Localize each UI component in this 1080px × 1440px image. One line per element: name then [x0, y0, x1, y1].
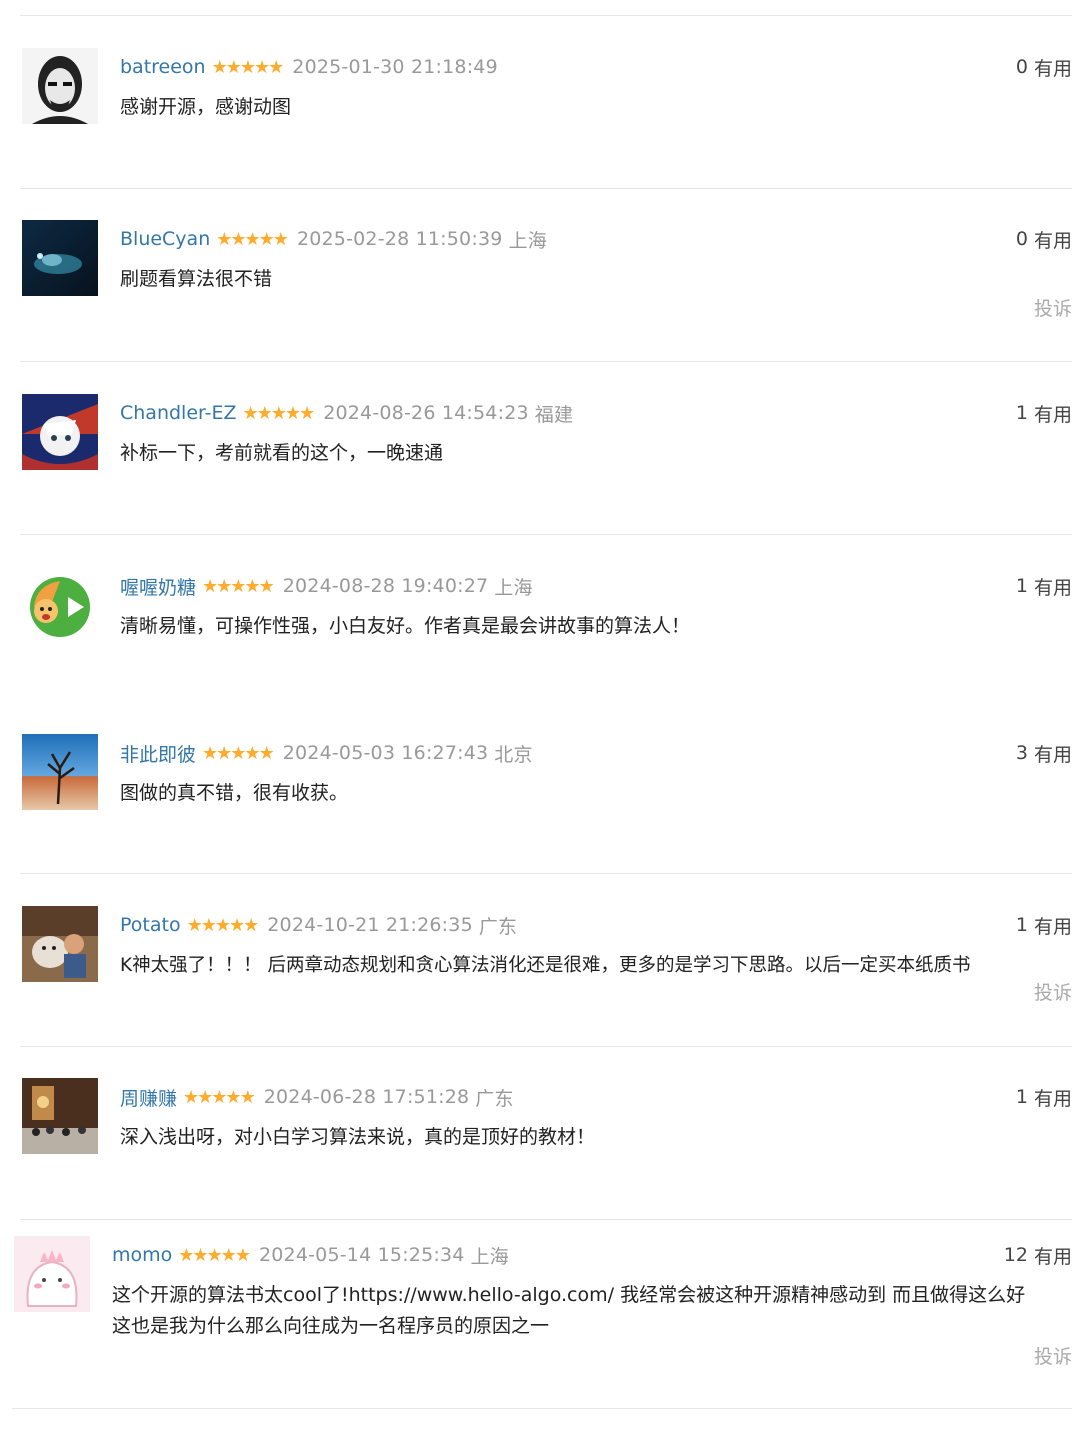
- useful-button[interactable]: 0 有用: [1016, 224, 1072, 254]
- useful-count: 3: [1015, 742, 1028, 764]
- comment-text: 这个开源的算法书太cool了!https://www.hello-algo.co…: [112, 1284, 1026, 1337]
- report-link[interactable]: 投诉: [1034, 1342, 1072, 1369]
- comment-location: 北京: [494, 743, 533, 766]
- report-link[interactable]: 投诉: [1034, 978, 1072, 1005]
- comment-location: 广东: [478, 915, 518, 938]
- rating-stars: ★★★★★: [211, 56, 285, 78]
- useful-count: 0: [1015, 228, 1028, 250]
- username-link[interactable]: Potato: [120, 914, 181, 936]
- useful-button[interactable]: 0 有用: [1016, 52, 1072, 82]
- user-avatar[interactable]: [22, 906, 98, 982]
- useful-count: 1: [1015, 575, 1028, 597]
- rating-stars: ★★★★★: [186, 914, 260, 936]
- useful-label: 有用: [1033, 57, 1072, 80]
- comment-time: 2024-06-28 17:51:28: [263, 1086, 470, 1108]
- comment-time: 2024-05-14 15:25:34: [258, 1244, 465, 1266]
- user-avatar[interactable]: [22, 220, 98, 296]
- useful-count: 1: [1015, 1086, 1028, 1108]
- user-avatar[interactable]: [22, 567, 98, 643]
- report-link[interactable]: 投诉: [1034, 294, 1072, 321]
- username-link[interactable]: BlueCyan: [120, 228, 210, 250]
- comment-time: 2024-08-26 14:54:23: [323, 402, 529, 424]
- useful-count: 0: [1015, 56, 1028, 78]
- useful-count: 1: [1015, 914, 1028, 936]
- useful-count: 1: [1015, 402, 1028, 424]
- user-avatar[interactable]: [22, 48, 98, 124]
- comment-text: 深入浅出呀，对小白学习算法来说，真的是顶好的教材！: [120, 1126, 596, 1148]
- rating-stars: ★★★★★: [178, 1244, 251, 1266]
- comment-meta: Chandler-EZ ★★★★★ 2024-08-26 14:54:23 福建: [120, 398, 573, 428]
- username-link[interactable]: 周赚赚: [120, 1084, 177, 1111]
- comment-text: 补标一下，考前就看的这个，一晚速通: [120, 442, 444, 464]
- divider: [20, 873, 1072, 874]
- useful-label: 有用: [1033, 743, 1072, 766]
- comment-time: 2024-10-21 21:26:35: [267, 914, 473, 936]
- rating-stars: ★★★★★: [183, 1086, 256, 1108]
- user-avatar[interactable]: [22, 1078, 98, 1154]
- comment-location: 上海: [508, 229, 547, 252]
- comment-meta: 喔喔奶糖 ★★★★★ 2024-08-28 19:40:27 上海: [120, 571, 533, 601]
- useful-count: 12: [1003, 1244, 1028, 1266]
- comment-meta: batreeon ★★★★★ 2025-01-30 21:18:49: [120, 52, 498, 82]
- comment-time: 2024-05-03 16:27:43: [282, 742, 489, 764]
- comment-time: 2025-02-28 11:50:39: [296, 228, 503, 250]
- useful-label: 有用: [1033, 403, 1072, 426]
- username-link[interactable]: 喔喔奶糖: [120, 573, 196, 600]
- rating-stars: ★★★★★: [202, 575, 275, 597]
- comment-location: 福建: [534, 403, 574, 426]
- useful-button[interactable]: 3 有用: [1016, 738, 1072, 768]
- comment-time: 2024-08-28 19:40:27: [282, 575, 489, 597]
- divider: [20, 188, 1072, 189]
- divider: [20, 15, 1072, 16]
- useful-button[interactable]: 1 有用: [1016, 398, 1072, 428]
- comment-location: 上海: [494, 576, 533, 599]
- useful-label: 有用: [1033, 1245, 1072, 1268]
- rating-stars: ★★★★★: [242, 402, 316, 424]
- comment-location: 广东: [475, 1087, 514, 1110]
- comment-text: K神太强了！！！ 后两章动态规划和贪心算法消化还是很难，更多的是学习下思路。以后…: [120, 955, 971, 976]
- user-avatar[interactable]: [22, 734, 98, 810]
- divider: [20, 361, 1072, 362]
- comment-meta: 周赚赚 ★★★★★ 2024-06-28 17:51:28 广东: [120, 1082, 514, 1112]
- comment-meta: BlueCyan ★★★★★ 2025-02-28 11:50:39 上海: [120, 224, 547, 254]
- comment-meta: momo ★★★★★ 2024-05-14 15:25:34 上海: [112, 1240, 509, 1270]
- comment-time: 2025-01-30 21:18:49: [292, 56, 498, 78]
- useful-button[interactable]: 1 有用: [1016, 571, 1072, 601]
- comment-text: 图做的真不错，很有收获。: [120, 782, 349, 804]
- useful-label: 有用: [1033, 915, 1072, 938]
- username-link[interactable]: momo: [112, 1244, 172, 1266]
- divider: [20, 1219, 1072, 1220]
- comment-text: 感谢开源，感谢动图: [120, 96, 292, 118]
- useful-label: 有用: [1033, 229, 1072, 252]
- useful-button[interactable]: 1 有用: [1016, 1082, 1072, 1112]
- useful-label: 有用: [1033, 576, 1072, 599]
- comment-text: 刷题看算法很不错: [120, 268, 273, 290]
- useful-label: 有用: [1033, 1087, 1072, 1110]
- comment-meta: 非此即彼 ★★★★★ 2024-05-03 16:27:43 北京: [120, 738, 533, 768]
- comment-location: 上海: [470, 1245, 509, 1268]
- useful-button[interactable]: 12 有用: [1004, 1240, 1072, 1270]
- user-avatar[interactable]: [14, 1236, 90, 1312]
- user-avatar[interactable]: [22, 394, 98, 470]
- comment-text: 清晰易懂，可操作性强，小白友好。作者真是最会讲故事的算法人！: [120, 615, 691, 637]
- divider: [20, 534, 1072, 535]
- divider: [12, 1408, 1072, 1409]
- divider: [20, 1046, 1072, 1047]
- username-link[interactable]: batreeon: [120, 56, 206, 78]
- username-link[interactable]: Chandler-EZ: [120, 402, 237, 424]
- useful-button[interactable]: 1 有用: [1016, 910, 1072, 940]
- rating-stars: ★★★★★: [202, 742, 275, 764]
- rating-stars: ★★★★★: [216, 228, 289, 250]
- comment-meta: Potato ★★★★★ 2024-10-21 21:26:35 广东: [120, 910, 517, 940]
- username-link[interactable]: 非此即彼: [120, 740, 196, 767]
